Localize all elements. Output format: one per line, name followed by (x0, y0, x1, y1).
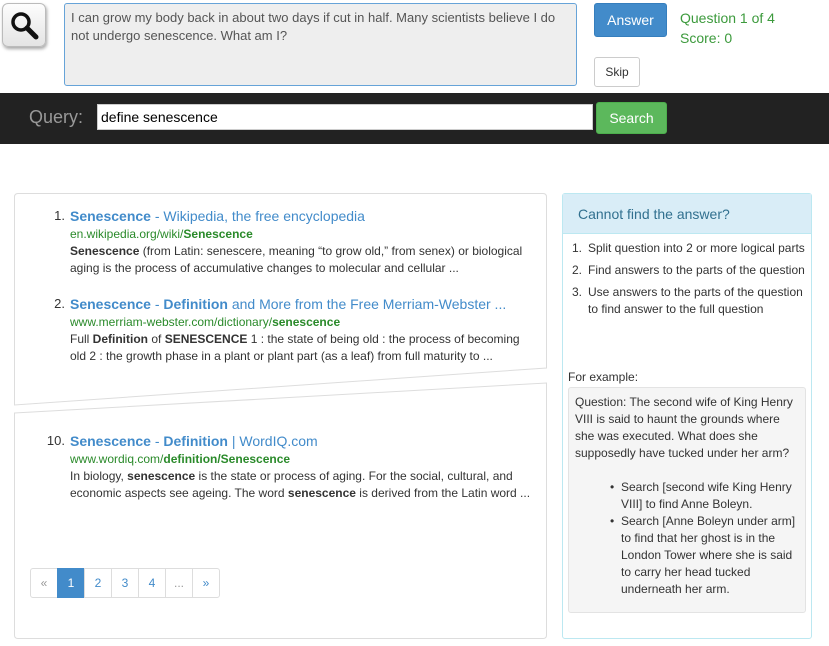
result-number: 2. (54, 296, 65, 311)
result-url-base: www.merriam-webster.com/dictionary/ (70, 315, 273, 329)
pagination-page-1[interactable]: 1 (57, 568, 85, 598)
example-list: Search [second wife King Henry VIII] to … (575, 479, 799, 598)
results-panel: 1. Senescence - Wikipedia, the free ency… (14, 193, 547, 639)
result-url: www.wordiq.com/definition/Senescence (70, 451, 536, 468)
result-url: www.merriam-webster.com/dictionary/senes… (70, 314, 536, 331)
pagination-page-4[interactable]: 4 (138, 568, 166, 598)
help-step-number: 2. (572, 263, 583, 277)
search-button[interactable]: Search (596, 102, 667, 134)
question-progress: Question 1 of 4 (680, 10, 775, 26)
pagination-prev[interactable]: « (30, 568, 58, 598)
pagination-page-3[interactable]: 3 (111, 568, 139, 598)
result-title-link[interactable]: Senescence - Definition and More from th… (70, 295, 536, 313)
result-snippet: Senescence (from Latin: senescere, meani… (70, 244, 523, 275)
query-input[interactable] (97, 104, 593, 130)
result-snippet: Full Definition of SENESCENCE 1 : the st… (70, 332, 520, 363)
pagination-ellipsis: ... (165, 568, 193, 598)
help-step-text: Find answers to the parts of the questio… (588, 263, 805, 277)
result-title-keyword: Senescence (70, 208, 151, 224)
help-step-number: 1. (572, 241, 583, 255)
result-snippet: In biology, senescence is the state or p… (70, 469, 531, 500)
pagination-page-2[interactable]: 2 (84, 568, 112, 598)
score: Score: 0 (680, 30, 733, 46)
result-url-base: www.wordiq.com/ (70, 452, 164, 466)
result-title-rest: - Wikipedia, the free encyclopedia (150, 208, 365, 224)
pagination-next[interactable]: » (192, 568, 220, 598)
result-title-keyword: Senescence (70, 433, 151, 449)
help-step-text: Split question into 2 or more logical pa… (588, 241, 805, 255)
help-panel: Cannot find the answer? 1. Split question… (562, 193, 812, 639)
help-step: 2. Find answers to the parts of the quest… (568, 262, 808, 279)
help-step: 3. Use answers to the parts of the questi… (568, 284, 808, 318)
answer-button[interactable]: Answer (594, 3, 667, 37)
help-step: 1. Split question into 2 or more logical … (568, 240, 808, 257)
help-step-text: Use answers to the parts of the question… (588, 285, 803, 316)
result-number: 10. (46, 433, 65, 448)
example-list-item: Search [Anne Boleyn under arm] to find t… (610, 513, 799, 598)
magnifier-icon (11, 12, 39, 40)
result-url-keyword: Senescence (183, 227, 253, 241)
help-steps: 1. Split question into 2 or more logical … (568, 240, 808, 323)
status-panel: Question 1 of 4 Score: 0 (680, 8, 775, 48)
search-icon-button[interactable] (2, 3, 46, 47)
result-url-keyword: definition/Senescence (163, 452, 291, 466)
example-list-item: Search [second wife King Henry VIII] to … (610, 479, 799, 513)
result-url-base: en.wikipedia.org/wiki/ (70, 227, 184, 241)
result-title-link[interactable]: Senescence - Definition | WordIQ.com (70, 432, 536, 450)
help-title: Cannot find the answer? (563, 194, 811, 234)
example-label: For example: (568, 370, 639, 384)
help-step-number: 3. (572, 285, 583, 299)
result-url: en.wikipedia.org/wiki/Senescence (70, 226, 536, 243)
result-title-link[interactable]: Senescence - Wikipedia, the free encyclo… (70, 207, 536, 225)
example-question: Question: The second wife of King Henry … (575, 395, 793, 460)
example-box: Question: The second wife of King Henry … (568, 387, 806, 613)
query-label: Query: (29, 107, 84, 127)
pagination: « 1 2 3 4 ... » (30, 568, 220, 598)
result-number: 1. (54, 208, 65, 223)
result-title-rest: - Definition and More from the Free Merr… (150, 296, 507, 312)
result-url-keyword: senescence (272, 315, 341, 329)
query-bar: Query: Search (0, 93, 829, 144)
question-text: I can grow my body back in about two day… (64, 3, 577, 86)
result-title-rest: - Definition | WordIQ.com (150, 433, 318, 449)
result-title-keyword: Senescence (70, 296, 151, 312)
skip-button[interactable]: Skip (594, 57, 640, 87)
